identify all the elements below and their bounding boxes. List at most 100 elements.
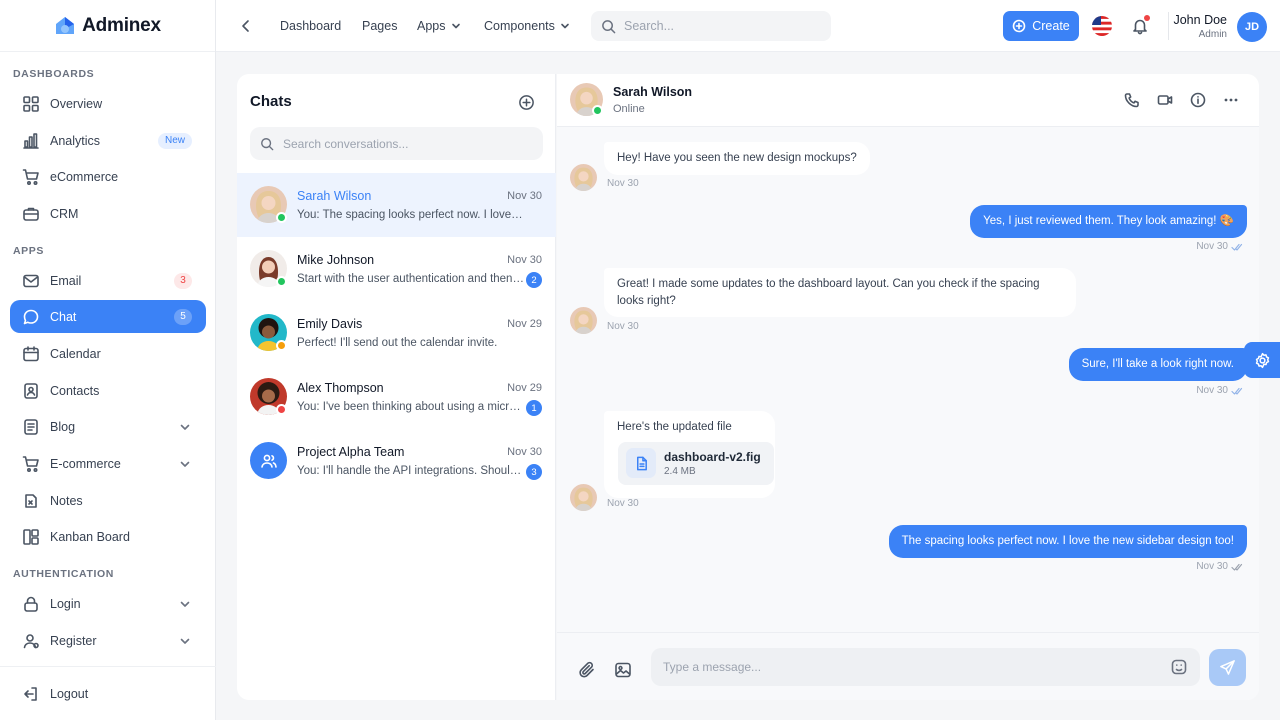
sidebar-item-analytics[interactable]: Analytics New — [10, 124, 206, 157]
kanban-icon — [23, 528, 39, 545]
sidebar-item-ecommerce[interactable]: eCommerce — [10, 160, 206, 193]
conversation-search-input[interactable] — [283, 136, 523, 151]
message-bubble-incoming: Hey! Have you seen the new design mockup… — [604, 142, 870, 175]
nav-dashboard[interactable]: Dashboard — [280, 19, 341, 33]
sidebar-item-kanban[interactable]: Kanban Board — [10, 520, 206, 553]
logout-label: Logout — [50, 686, 89, 701]
search-input[interactable] — [624, 19, 814, 33]
group-avatar — [250, 442, 287, 479]
info-icon[interactable] — [1190, 92, 1206, 108]
chevron-left-icon[interactable] — [238, 18, 254, 34]
sidebar-item-email[interactable]: Email 3 — [10, 264, 206, 297]
calendar-icon — [23, 345, 39, 361]
divider — [1168, 12, 1169, 40]
nav-components[interactable]: Components — [484, 19, 571, 33]
sidebar-item-register[interactable]: Register — [10, 624, 206, 657]
sidebar-item-blog[interactable]: Blog — [10, 410, 206, 443]
chevron-down-icon[interactable] — [178, 597, 192, 611]
document-icon — [24, 418, 38, 435]
logout-button[interactable]: Logout — [10, 677, 206, 710]
message-input[interactable] — [663, 660, 1143, 674]
sender-avatar — [570, 307, 597, 334]
users-icon — [260, 454, 277, 468]
user-name[interactable]: John Doe — [1173, 13, 1227, 27]
nav-pages[interactable]: Pages — [362, 19, 397, 33]
plus-circle-icon[interactable] — [518, 94, 535, 111]
user-avatar[interactable]: JD — [1237, 12, 1267, 42]
brand[interactable]: Adminex — [0, 0, 215, 52]
mail-icon — [23, 274, 39, 287]
conversation-item-alex-thompson[interactable]: Alex Thompson Nov 29 You: I've been thin… — [237, 365, 556, 429]
video-call-icon[interactable] — [1157, 92, 1173, 108]
notification-dot — [1144, 15, 1150, 21]
emoji-icon[interactable] — [1170, 658, 1188, 676]
conversation-search[interactable] — [250, 127, 543, 160]
message-composer — [557, 632, 1259, 700]
user-role: Admin — [1198, 29, 1227, 40]
message-time: Nov 30 — [607, 321, 639, 332]
file-size: 2.4 MB — [664, 466, 696, 477]
conversation-name: Alex Thompson — [297, 381, 384, 395]
section-apps: APPS — [13, 245, 44, 257]
message-bubble-outgoing: Sure, I'll take a look right now. — [1068, 348, 1247, 381]
nav-apps[interactable]: Apps — [417, 19, 462, 33]
sidebar-item-label: eCommerce — [50, 169, 119, 184]
new-badge: New — [157, 132, 192, 149]
chevron-down-icon[interactable] — [178, 457, 192, 471]
conversation-name: Project Alpha Team — [297, 445, 405, 459]
sidebar-item-login[interactable]: Login — [10, 587, 206, 620]
message-meta: Nov 30 — [1196, 241, 1243, 252]
sidebar-item-label: Email — [50, 273, 82, 288]
sidebar-item-label: E-commerce — [50, 456, 121, 471]
section-dashboards: DASHBOARDS — [13, 68, 95, 80]
conversation-date: Nov 30 — [507, 190, 542, 202]
settings-button[interactable] — [1244, 342, 1280, 378]
conversation-panel: Sarah Wilson Online Hey! Have you seen t… — [557, 74, 1259, 700]
message-bubble-outgoing: The spacing looks perfect now. I love th… — [888, 525, 1247, 558]
paperclip-icon[interactable] — [578, 661, 596, 679]
message-input-wrapper[interactable] — [651, 648, 1200, 686]
sidebar-item-chat[interactable]: Chat 5 — [10, 300, 206, 333]
chevron-down-icon[interactable] — [178, 420, 192, 434]
chevron-down-icon — [451, 23, 460, 29]
busy-status-dot — [276, 404, 287, 415]
email-count-badge: 3 — [174, 272, 192, 289]
conversation-item-emily-davis[interactable]: Emily Davis Nov 29 Perfect! I'll send ou… — [237, 301, 556, 365]
sidebar-item-notes[interactable]: Notes — [10, 484, 206, 517]
file-attachment[interactable]: dashboard-v2.fig 2.4 MB — [618, 442, 774, 485]
create-label: Create — [1032, 19, 1070, 33]
sidebar-item-contacts[interactable]: Contacts — [10, 374, 206, 407]
message-time: Nov 30 — [1196, 241, 1228, 252]
conversation-date: Nov 30 — [507, 446, 542, 458]
sidebar-item-crm[interactable]: CRM — [10, 197, 206, 230]
send-button[interactable] — [1209, 649, 1246, 686]
create-button[interactable]: Create — [1003, 11, 1079, 41]
message-bubble-incoming: Great! I made some updates to the dashbo… — [604, 268, 1076, 317]
image-icon[interactable] — [614, 661, 632, 679]
briefcase-icon — [23, 207, 39, 221]
online-status-dot — [276, 212, 287, 223]
message-bubble-outgoing: Yes, I just reviewed them. They look ama… — [970, 205, 1247, 238]
away-status-dot — [276, 340, 287, 351]
file-icon — [626, 448, 656, 478]
conversation-item-sarah-wilson[interactable]: Sarah Wilson Nov 30 You: The spacing loo… — [237, 173, 556, 237]
conversation-item-mike-johnson[interactable]: Mike Johnson Nov 30 Start with the user … — [237, 237, 556, 301]
sidebar-item-e-commerce[interactable]: E-commerce — [10, 447, 206, 480]
sidebar-item-overview[interactable]: Overview — [10, 87, 206, 120]
sender-avatar — [570, 484, 597, 511]
conversation-name: Mike Johnson — [297, 253, 375, 267]
global-search[interactable] — [591, 11, 831, 41]
message-thread[interactable]: Hey! Have you seen the new design mockup… — [557, 127, 1259, 632]
chevron-down-icon[interactable] — [178, 634, 192, 648]
phone-icon[interactable] — [1124, 92, 1140, 108]
grid-icon — [23, 95, 39, 112]
conversation-name: Sarah Wilson — [297, 189, 372, 203]
conversation-item-project-alpha-team[interactable]: Project Alpha Team Nov 30 You: I'll hand… — [237, 429, 556, 493]
sidebar-item-calendar[interactable]: Calendar — [10, 337, 206, 370]
more-options-icon[interactable] — [1223, 92, 1239, 108]
us-flag-icon[interactable] — [1092, 16, 1112, 36]
send-icon — [1220, 660, 1235, 675]
conversation-name: Emily Davis — [297, 317, 363, 331]
double-check-icon — [1231, 243, 1243, 251]
conversation-date: Nov 29 — [507, 382, 542, 394]
